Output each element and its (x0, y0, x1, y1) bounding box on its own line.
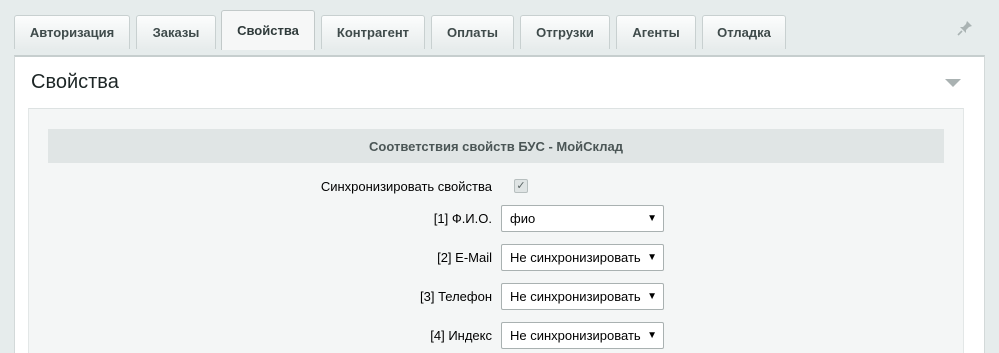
sync-properties-checkbox[interactable]: ✓ (514, 179, 528, 193)
tab-orders[interactable]: Заказы (136, 15, 216, 49)
property-select-value: фио (510, 211, 536, 226)
tab-payments[interactable]: Оплаты (431, 15, 514, 49)
pin-icon[interactable] (957, 20, 973, 36)
property-select-index[interactable]: Не синхронизировать ▼ (501, 322, 664, 349)
collapse-arrow-icon[interactable] (945, 79, 961, 87)
property-select-fio[interactable]: фио ▼ (501, 205, 664, 232)
property-select-email[interactable]: Не синхронизировать ▼ (501, 244, 664, 271)
tab-authorization[interactable]: Авторизация (14, 15, 130, 49)
dropdown-arrow-icon: ▼ (647, 252, 657, 263)
property-select-value: Не синхронизировать (510, 250, 641, 265)
property-label-index: [4] Индекс (430, 328, 492, 343)
section-heading: Соответствия свойств БУС - МойСклад (48, 129, 944, 163)
tab-properties[interactable]: Свойства (221, 10, 315, 50)
tab-agents[interactable]: Агенты (616, 15, 696, 49)
property-label-phone: [3] Телефон (420, 289, 492, 304)
sync-properties-label: Синхронизировать свойства (320, 179, 492, 194)
dropdown-arrow-icon: ▼ (647, 291, 657, 302)
tab-shipments[interactable]: Отгрузки (520, 15, 610, 49)
tab-bar: Авторизация Заказы Свойства Контрагент О… (0, 0, 999, 55)
dropdown-arrow-icon: ▼ (647, 330, 657, 341)
property-label-fio: [1] Ф.И.О. (433, 211, 492, 226)
tab-counterparty[interactable]: Контрагент (321, 15, 425, 49)
panel-title: Свойства (31, 71, 119, 93)
properties-panel: Свойства Соответствия свойств БУС - МойС… (14, 55, 985, 353)
property-select-phone[interactable]: Не синхронизировать ▼ (501, 283, 664, 310)
tab-debug[interactable]: Отладка (702, 15, 786, 49)
property-label-email: [2] E-Mail (437, 250, 492, 265)
dropdown-arrow-icon: ▼ (647, 213, 657, 224)
property-select-value: Не синхронизировать (510, 328, 641, 343)
property-select-value: Не синхронизировать (510, 289, 641, 304)
settings-form: Соответствия свойств БУС - МойСклад Синх… (28, 108, 964, 353)
